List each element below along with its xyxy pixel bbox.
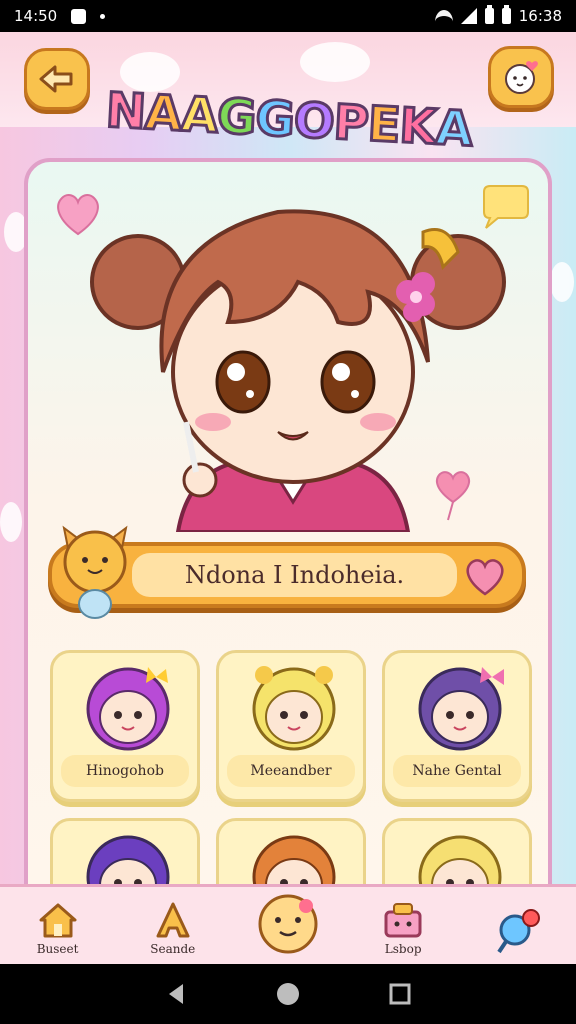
character-label: Nahe Gental [393, 755, 521, 787]
profile-button[interactable] [488, 46, 554, 108]
logo-letter: K [397, 96, 439, 157]
nav-more[interactable] [468, 908, 568, 956]
character-avatar [86, 667, 170, 751]
logo-letter: A [178, 85, 220, 146]
logo-letter: O [291, 91, 337, 152]
shop-icon [384, 903, 422, 938]
notification-icon [71, 8, 87, 24]
emoji-face-icon [258, 894, 318, 954]
nav-home-label: Buseet [36, 942, 79, 956]
nav-home[interactable]: Buseet [8, 900, 108, 956]
cloud-decoration [550, 262, 574, 302]
logo-letter: A [142, 83, 184, 144]
bottom-navigation: Buseet Seande Lsbop [0, 884, 576, 964]
signal-icon [460, 8, 477, 24]
favorite-button[interactable] [462, 554, 508, 602]
nav-center[interactable] [238, 890, 338, 956]
cloud-decoration [0, 502, 22, 542]
heart-icon [466, 559, 504, 596]
home-icon [39, 903, 77, 938]
logo-letter: A [433, 98, 475, 159]
battery-icon [484, 5, 494, 24]
nav-shop-label: Lsbop [384, 942, 422, 956]
logo-letter: G [214, 87, 258, 148]
dot-icon [100, 13, 106, 19]
character-avatar [418, 667, 504, 751]
home-circle-icon[interactable] [275, 981, 301, 1007]
character-label: Hinogohob [61, 755, 189, 787]
app-screen: NAAGGOPEKA Ndona I Indoheia. Hinogohob M… [0, 32, 576, 964]
lollipop-icon [497, 909, 541, 954]
nav-search[interactable]: Seande [123, 900, 223, 956]
character-card: Ndona I Indoheia. Hinogohob Meeandber Na… [24, 158, 552, 916]
status-clock: 16:38 [518, 7, 562, 25]
character-grid-row: Hinogohob Meeandber Nahe Gental [50, 650, 532, 802]
back-icon[interactable] [163, 981, 189, 1007]
battery-icon-2 [501, 5, 511, 24]
wifi-icon [434, 10, 453, 22]
character-label: Meeandber [227, 755, 355, 787]
status-bar: 14:50 16:38 [0, 0, 576, 32]
cloud-decoration [300, 42, 370, 82]
character-tile[interactable]: Meeandber [216, 650, 366, 802]
cat-face-icon [505, 61, 538, 94]
nav-search-label: Seande [150, 942, 196, 956]
character-tile[interactable]: Hinogohob [50, 650, 200, 802]
character-avatar [252, 666, 336, 751]
letter-a-icon [156, 902, 190, 938]
status-time: 14:50 [14, 7, 58, 25]
logo-letter: N [103, 81, 148, 142]
logo-letter: P [331, 93, 371, 154]
system-navigation-bar [0, 964, 576, 1024]
logo-letter: E [365, 95, 403, 156]
cat-mascot-icon [62, 525, 128, 619]
recents-icon[interactable] [387, 981, 413, 1007]
nav-shop[interactable]: Lsbop [353, 900, 453, 956]
character-name: Ndona I Indoheia. [132, 553, 457, 597]
back-arrow-icon [39, 65, 73, 93]
character-tile[interactable]: Nahe Gental [382, 650, 532, 802]
heart-balloon-icon-2 [435, 471, 471, 521]
back-button[interactable] [24, 48, 90, 110]
logo-letter: G [253, 89, 297, 150]
